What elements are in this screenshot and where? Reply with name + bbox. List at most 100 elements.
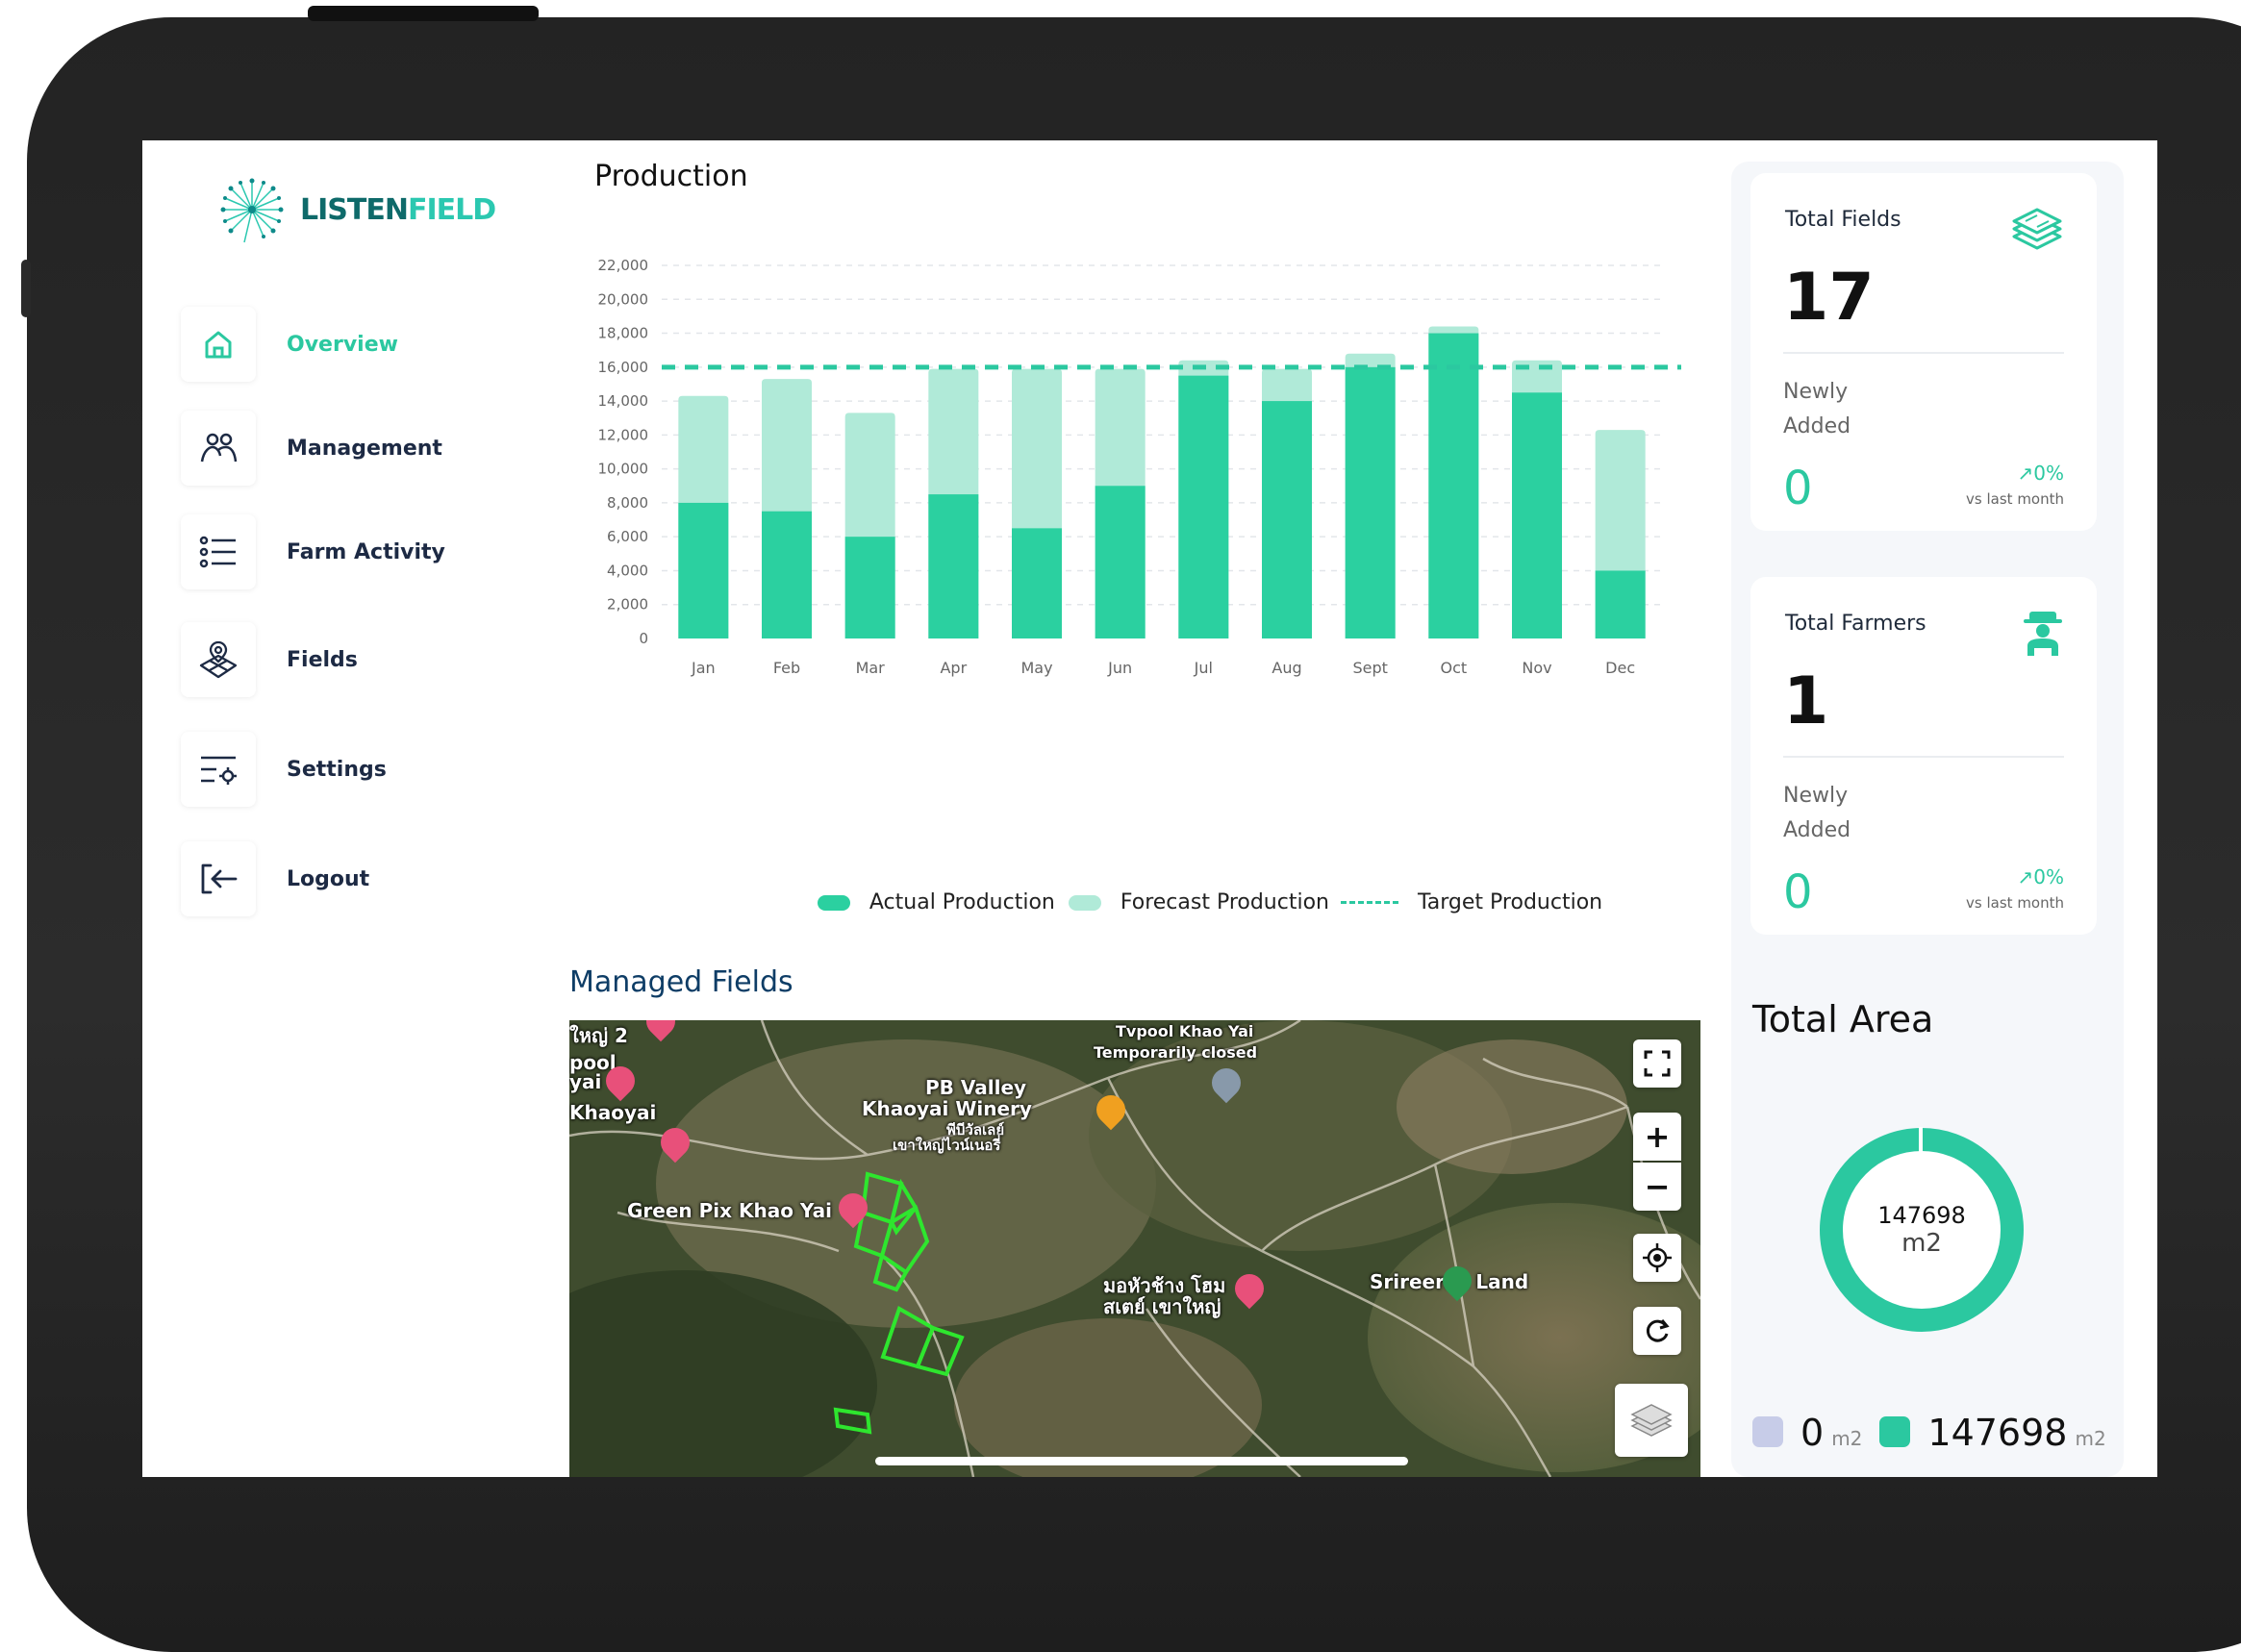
bar-actual xyxy=(844,537,895,638)
chart-legend: Actual Production Forecast Production Ta… xyxy=(546,890,1874,914)
sidebar-item-label: Fields xyxy=(287,647,358,672)
card-new-count: 0 xyxy=(1783,865,1813,919)
sidebar-item-settings[interactable]: Settings xyxy=(181,731,508,808)
map-label-khaoyai-winery: Khaoyai Winery xyxy=(862,1097,1032,1120)
map-imagery xyxy=(569,1020,1700,1477)
stats-panel: Total Fields 17 Newly Added 0 ↗0% vs las… xyxy=(1731,162,2124,1477)
fullscreen-button[interactable] xyxy=(1633,1039,1681,1088)
refresh-icon xyxy=(1646,1319,1670,1342)
x-tick-label: Apr xyxy=(940,659,967,677)
x-tick-label: Nov xyxy=(1522,659,1551,677)
card-divider xyxy=(1783,352,2064,354)
sidebar-item-logout[interactable]: Logout xyxy=(181,840,508,917)
legend-swatch-actual xyxy=(817,894,850,911)
donut-center-unit: m2 xyxy=(1901,1229,1942,1258)
bar-actual xyxy=(1262,401,1312,638)
total-area-title: Total Area xyxy=(1752,998,1934,1040)
layers-stack-icon xyxy=(2010,206,2064,256)
sidebar-item-label: Overview xyxy=(287,332,398,357)
bar-actual xyxy=(762,511,812,638)
bar-actual xyxy=(1428,333,1479,638)
y-tick-label: 10,000 xyxy=(598,461,649,478)
logo-text-field: FIELD xyxy=(407,192,496,227)
map-label-khaoyai: Khaoyai xyxy=(569,1101,657,1124)
sidebar-item-label: Farm Activity xyxy=(287,539,445,564)
card-subtitle: Newly Added xyxy=(1783,784,1851,842)
total-fields-card: Total Fields 17 Newly Added 0 ↗0% vs las… xyxy=(1750,173,2097,531)
map-label-yai2: ใหญ่ 2 xyxy=(569,1024,628,1047)
map-label-green-pix: Green Pix Khao Yai xyxy=(627,1199,832,1222)
bar-actual xyxy=(1012,528,1062,638)
bar-actual xyxy=(1595,570,1646,638)
x-tick-label: Dec xyxy=(1605,659,1635,677)
total-farmers-card: Total Farmers 1 Newly Added 0 ↗0% vs las… xyxy=(1750,577,2097,935)
dandelion-logo-icon xyxy=(220,178,284,243)
map-label-pb-valley: PB Valley xyxy=(925,1076,1027,1099)
bar-actual xyxy=(1345,366,1396,638)
map-label-thai-resort-2: สเตย์ เขาใหญ่ xyxy=(1103,1295,1221,1318)
sidebar-item-fields[interactable]: Fields xyxy=(181,621,508,698)
app-screen: LISTENFIELD Overview Management Farm Act… xyxy=(142,140,2157,1477)
bar-actual xyxy=(928,494,979,638)
map-label-winery-thai: เขาใหญ่ไวน์เนอรี่ xyxy=(893,1137,1001,1154)
device-top-button xyxy=(308,6,539,21)
sidebar-item-overview[interactable]: Overview xyxy=(181,306,508,383)
logo: LISTENFIELD xyxy=(217,175,496,244)
card-vs-label: vs last month xyxy=(1966,490,2064,508)
y-tick-label: 0 xyxy=(639,630,648,647)
card-new-count: 0 xyxy=(1783,462,1813,515)
x-tick-label: Aug xyxy=(1272,659,1301,677)
y-tick-label: 6,000 xyxy=(607,528,648,545)
card-vs-label: vs last month xyxy=(1966,894,2064,912)
zoom-out-button[interactable]: − xyxy=(1633,1163,1681,1211)
y-tick-label: 2,000 xyxy=(607,596,648,613)
satellite-map[interactable]: ใหญ่ 2 pool yai Khaoyai Tvpool Khao Yai … xyxy=(569,1020,1700,1477)
production-title: Production xyxy=(594,160,748,193)
sidebar-item-farm-activity[interactable]: Farm Activity xyxy=(181,513,508,590)
legend-swatch-target xyxy=(1341,901,1398,904)
x-tick-label: Feb xyxy=(773,659,800,677)
map-label-temporarily-closed: Temporarily closed xyxy=(1094,1043,1258,1062)
legend-label-actual: Actual Production xyxy=(869,890,1055,914)
sidebar-item-management[interactable]: Management xyxy=(181,410,508,487)
card-title: Total Fields xyxy=(1785,208,1901,232)
list-icon xyxy=(181,514,256,589)
x-tick-label: Jun xyxy=(1107,659,1132,677)
legend-swatch-unused xyxy=(1752,1416,1783,1447)
legend-value: 147698 xyxy=(1927,1412,2068,1454)
zoom-in-button[interactable]: + xyxy=(1633,1113,1681,1161)
legend-unit: m2 xyxy=(2075,1427,2106,1450)
donut-center-value: 147698 xyxy=(1877,1202,1966,1229)
bar-actual xyxy=(678,502,729,638)
sidebar-item-label: Logout xyxy=(287,866,370,891)
legend-unit: m2 xyxy=(1831,1427,1863,1450)
fullscreen-icon xyxy=(1644,1050,1671,1077)
field-map-icon xyxy=(181,622,256,697)
bar-actual xyxy=(1512,392,1562,638)
x-tick-label: May xyxy=(1020,659,1052,677)
bar-actual xyxy=(1095,486,1146,638)
y-tick-label: 16,000 xyxy=(598,359,649,376)
legend-swatch-used xyxy=(1879,1416,1911,1447)
legend-label-target: Target Production xyxy=(1418,890,1603,914)
y-tick-label: 12,000 xyxy=(598,426,649,443)
card-value: 1 xyxy=(1783,663,1829,739)
logout-icon xyxy=(181,841,256,916)
users-icon xyxy=(181,411,256,486)
logo-text: LISTENFIELD xyxy=(300,192,496,227)
refresh-button[interactable] xyxy=(1633,1307,1681,1355)
card-percent: ↗0% xyxy=(2017,865,2065,889)
x-tick-label: Oct xyxy=(1440,659,1467,677)
card-subtitle: Newly Added xyxy=(1783,380,1851,438)
managed-fields-title: Managed Fields xyxy=(569,965,793,999)
logo-text-listen: LISTEN xyxy=(300,192,409,227)
card-divider xyxy=(1783,756,2064,758)
layers-button[interactable] xyxy=(1615,1384,1688,1457)
total-area-donut: 147698 m2 xyxy=(1820,1128,2024,1332)
card-percent: ↗0% xyxy=(2017,462,2065,485)
locate-button[interactable] xyxy=(1633,1234,1681,1282)
sidebar-item-label: Settings xyxy=(287,757,387,782)
y-tick-label: 8,000 xyxy=(607,494,648,512)
home-indicator xyxy=(875,1457,1408,1465)
x-tick-label: Sept xyxy=(1352,659,1387,677)
